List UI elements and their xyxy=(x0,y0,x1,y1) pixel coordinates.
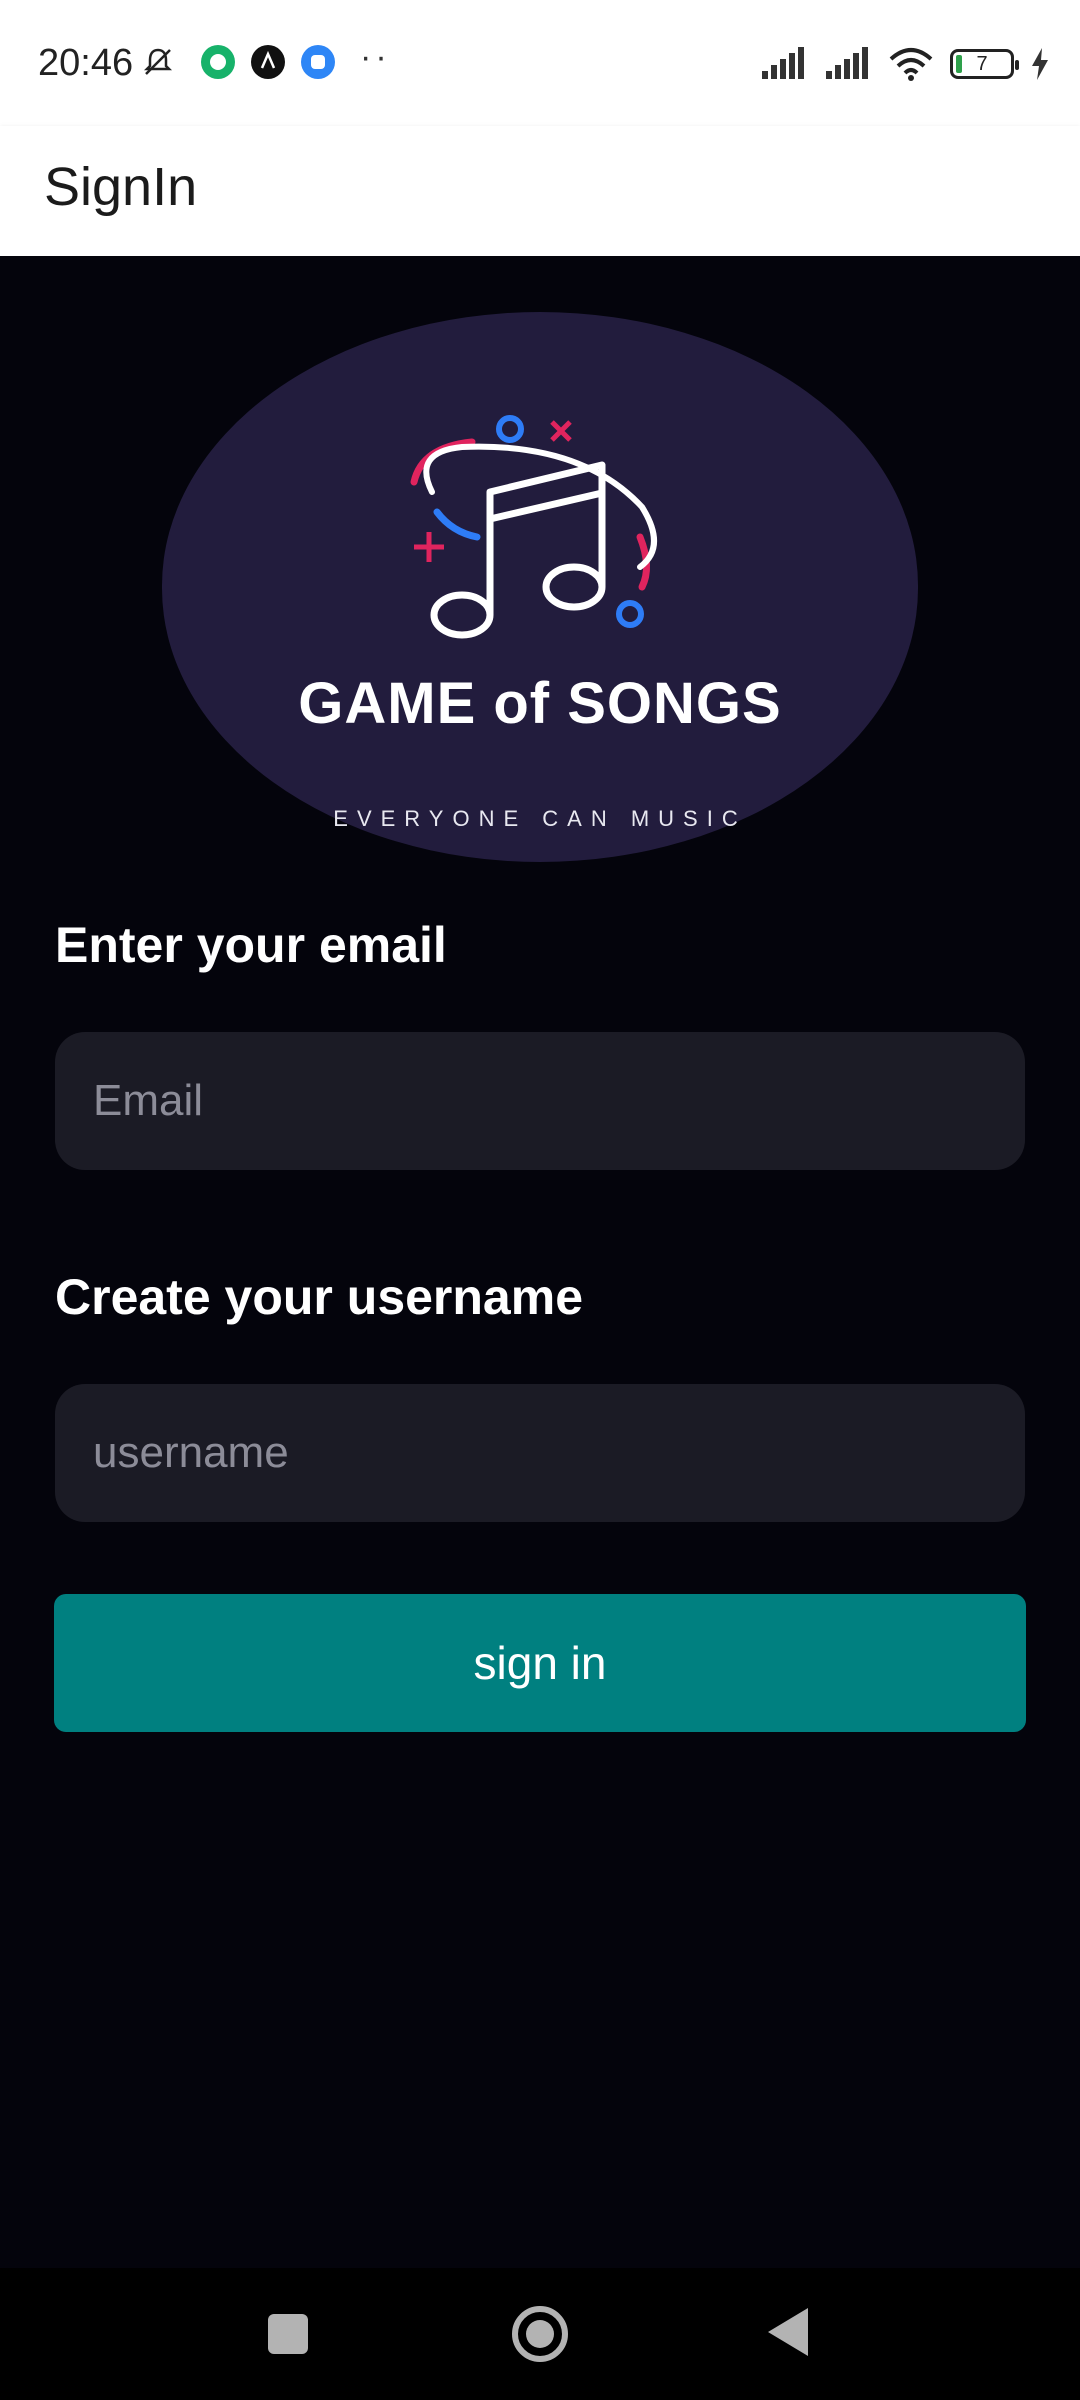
battery-level: 7 xyxy=(976,53,988,75)
status-bar: 20:46 ·· 7 xyxy=(0,0,1080,126)
email-label: Enter your email xyxy=(55,917,447,973)
signal-icon-2 xyxy=(826,47,868,79)
recents-square-icon[interactable] xyxy=(268,2314,308,2354)
more-dots-icon: ·· xyxy=(360,38,391,76)
username-field[interactable] xyxy=(55,1384,1025,1522)
page-title: SignIn xyxy=(44,157,198,217)
brand-tagline: EVERYONE CAN MUSIC xyxy=(333,806,747,831)
system-nav-bar xyxy=(0,2268,1080,2400)
username-label: Create your username xyxy=(55,1269,584,1325)
mute-icon xyxy=(143,48,173,75)
back-triangle-icon[interactable] xyxy=(768,2308,808,2356)
app-bar: SignIn xyxy=(0,126,1080,256)
charging-icon xyxy=(1032,48,1048,80)
sign-in-button[interactable]: sign in xyxy=(54,1594,1026,1732)
battery-icon: 7 xyxy=(950,49,1019,79)
app-icon-blue xyxy=(301,45,335,79)
wifi-icon xyxy=(889,48,933,81)
home-circle-icon[interactable] xyxy=(512,2306,568,2362)
app-logo: GAME of SONGS EVERYONE CAN MUSIC xyxy=(162,312,918,862)
status-right-icons: 7 xyxy=(760,44,1050,84)
music-note-icon xyxy=(410,415,657,639)
signin-content: GAME of SONGS EVERYONE CAN MUSIC Enter y… xyxy=(0,256,1080,2268)
app-icon-green xyxy=(201,45,235,79)
app-icon-black xyxy=(251,45,285,79)
status-time: 20:46 xyxy=(38,42,134,84)
email-field[interactable] xyxy=(55,1032,1025,1170)
brand-name: GAME of SONGS xyxy=(298,671,782,736)
signal-icon xyxy=(762,47,804,79)
